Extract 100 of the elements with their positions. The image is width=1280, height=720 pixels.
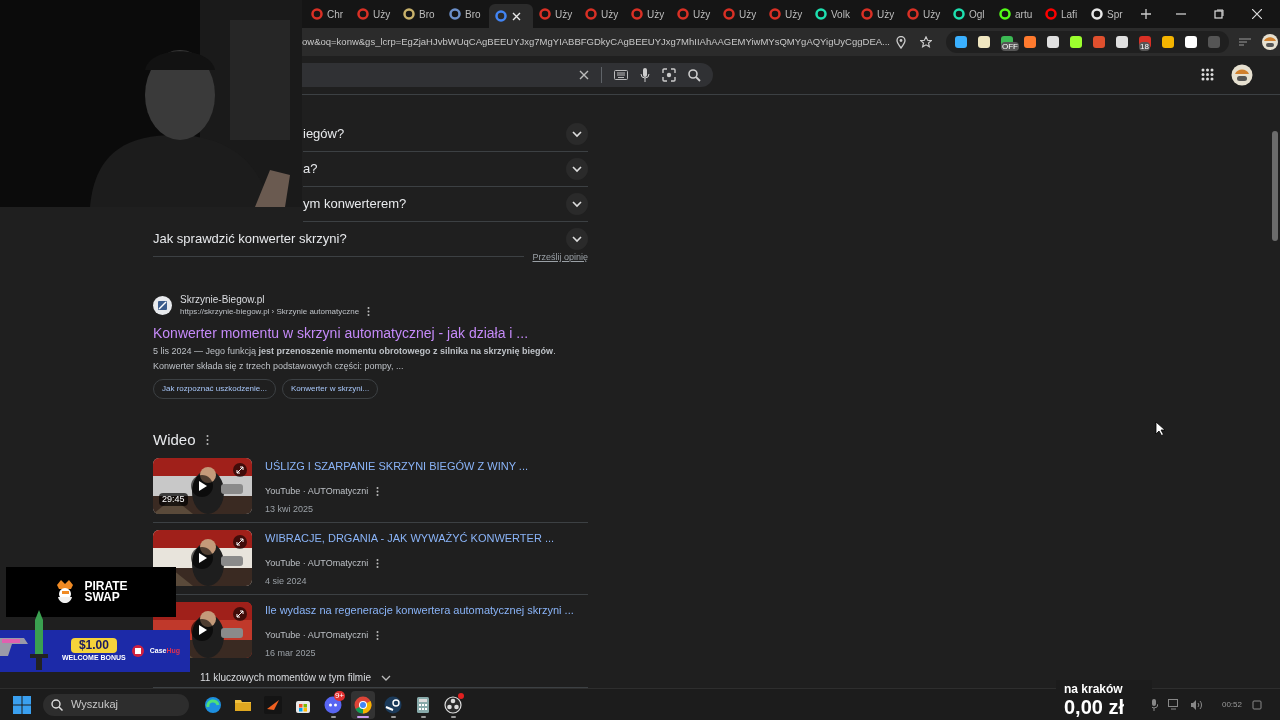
calculator-icon xyxy=(414,695,432,714)
expand-icon[interactable] xyxy=(233,535,247,549)
location-icon[interactable] xyxy=(896,35,906,49)
browser-tab[interactable] xyxy=(489,4,533,28)
taskbar-search-field[interactable]: Wyszukaj xyxy=(43,693,189,716)
browser-tab[interactable]: Uży xyxy=(533,3,579,25)
microphone-icon[interactable] xyxy=(640,68,650,82)
video-title-link[interactable]: WIBRACJE, DRGANIA - JAK WYWAŻYĆ KONWERTER ... xyxy=(265,531,555,545)
video-source: YouTube · AUTOmatyczni xyxy=(265,485,369,498)
play-icon[interactable] xyxy=(191,475,213,497)
keyboard-icon[interactable] xyxy=(614,70,628,80)
extension-icon[interactable] xyxy=(1046,35,1060,49)
extension-icon[interactable] xyxy=(977,35,991,49)
apps-grid-icon[interactable] xyxy=(1201,68,1215,82)
extension-icon[interactable] xyxy=(1184,35,1198,49)
url-text[interactable]: ow&oq=konw&gs_lcrp=EgZjaHJvbWUqCAgBEEUYJxg7MgYIABBFGDkyCAgBEEUYJxg7MhIIAhAAGEMYiwMYsQMYgAQYigUyCggDEA... xyxy=(302,34,890,50)
bonus-amount: $1.00 xyxy=(70,638,117,654)
favicon-icon xyxy=(403,8,415,20)
favicon-icon xyxy=(953,8,965,20)
browser-tab[interactable]: Uży xyxy=(763,3,809,25)
browser-tab[interactable]: artu xyxy=(993,3,1039,25)
donation-label: na kraków xyxy=(1064,682,1124,696)
search-icon[interactable] xyxy=(688,68,701,82)
search-icon xyxy=(51,698,63,711)
browser-tab[interactable]: Chr xyxy=(305,3,351,25)
favicon-icon xyxy=(861,8,873,20)
browser-tab[interactable]: Uży xyxy=(671,3,717,25)
profile-avatar-icon[interactable] xyxy=(1261,33,1279,51)
more-icon[interactable] xyxy=(376,487,380,497)
notification-badge: 9+ xyxy=(333,690,345,701)
microphone-icon[interactable] xyxy=(1149,698,1158,711)
favicon-icon xyxy=(449,8,461,20)
taskbar-button[interactable] xyxy=(351,690,375,719)
app-icon xyxy=(264,695,282,714)
favicon-icon xyxy=(495,10,507,22)
star-icon[interactable] xyxy=(920,36,932,48)
taskbar-button[interactable]: 9+ xyxy=(321,690,345,719)
taskbar-button[interactable] xyxy=(441,690,465,719)
restore-icon[interactable] xyxy=(1214,9,1224,19)
extension-icon[interactable] xyxy=(1161,35,1175,49)
browser-tab[interactable]: Uży xyxy=(579,3,625,25)
browser-tab[interactable]: Uży xyxy=(901,3,947,25)
browser-tab[interactable]: Lafi xyxy=(1039,3,1085,25)
more-icon[interactable] xyxy=(376,559,380,569)
clear-icon[interactable] xyxy=(579,70,589,80)
browser-tab[interactable]: Ogl xyxy=(947,3,993,25)
volume-icon[interactable] xyxy=(1189,699,1202,710)
recorder-icon xyxy=(444,695,462,714)
browser-tab[interactable]: Uży xyxy=(625,3,671,25)
extension-icon[interactable] xyxy=(1115,35,1129,49)
network-icon[interactable] xyxy=(1167,699,1180,710)
result-title-link[interactable]: Konwerter momentu w skrzyni automatycznej - jak działa i ... xyxy=(153,323,588,342)
donation-amount: 0,00 zł xyxy=(1064,696,1126,718)
camera-search-icon[interactable] xyxy=(662,68,676,82)
feedback-link[interactable]: Prześlij opinię xyxy=(524,251,588,265)
video-title-link[interactable]: Ile wydasz na regeneracje konwertera automatycznej skrzyni ... xyxy=(265,603,574,617)
more-icon[interactable] xyxy=(376,631,380,641)
browser-icon xyxy=(204,695,222,714)
extension-icon[interactable] xyxy=(1023,35,1037,49)
play-icon[interactable] xyxy=(191,619,213,641)
profile-avatar-icon[interactable] xyxy=(1231,64,1253,86)
browser-tab[interactable]: Uży xyxy=(351,3,397,25)
faq-row[interactable]: iegów? xyxy=(303,117,588,152)
favicon-icon xyxy=(311,8,323,20)
notification-icon[interactable] xyxy=(1252,699,1262,710)
faq-row[interactable]: a? xyxy=(303,152,588,187)
new-tab-icon[interactable] xyxy=(1141,9,1151,19)
browser-tab[interactable]: Uży xyxy=(717,3,763,25)
close-icon[interactable] xyxy=(1252,9,1262,19)
favicon-icon xyxy=(631,8,643,20)
scrollbar-thumb[interactable] xyxy=(1272,131,1278,241)
result-snippet: 5 lis 2024 — Jego funkcją jest przenoszenie momentu obrotowego z silnika na skrzynię biegów. Konwerter składa się z trzech podstawowych części: pompy, ... xyxy=(153,344,557,373)
browser-tab[interactable]: Uży xyxy=(855,3,901,25)
section-heading: Wideo xyxy=(153,429,196,450)
expand-icon[interactable] xyxy=(233,607,247,621)
faq-row[interactable]: ym konwerterem? xyxy=(303,187,588,222)
favicon-icon xyxy=(907,8,919,20)
favicon-icon xyxy=(585,8,597,20)
play-icon[interactable] xyxy=(191,547,213,569)
video-source: YouTube · AUTOmatyczni xyxy=(265,557,369,570)
chevron-down-icon[interactable] xyxy=(566,123,588,145)
browser-tab[interactable]: Bro xyxy=(397,3,443,25)
video-date: 16 mar 2025 xyxy=(265,646,317,660)
chevron-down-icon[interactable] xyxy=(566,158,588,180)
chevron-down-icon[interactable] xyxy=(566,193,588,215)
video-title-link[interactable]: UŚLIZG I SZARPANIE SKRZYNI BIEGÓW Z WINY ... xyxy=(265,459,529,473)
expand-icon[interactable] xyxy=(233,463,247,477)
browser-tab[interactable]: Spr xyxy=(1085,3,1131,25)
more-icon[interactable] xyxy=(367,307,371,316)
close-icon[interactable] xyxy=(512,11,521,21)
start-icon[interactable] xyxy=(13,695,31,714)
more-icon[interactable] xyxy=(205,434,209,445)
video-date: 13 kwi 2025 xyxy=(265,502,315,516)
browser-tab[interactable]: Volk xyxy=(809,3,855,25)
chevron-down-icon[interactable] xyxy=(566,228,588,250)
extension-icon[interactable] xyxy=(954,35,968,49)
browser-tab[interactable]: Bro xyxy=(443,3,489,25)
favicon-icon xyxy=(677,8,689,20)
extension-icon[interactable] xyxy=(1069,35,1083,49)
notification-dot-icon xyxy=(458,692,464,699)
